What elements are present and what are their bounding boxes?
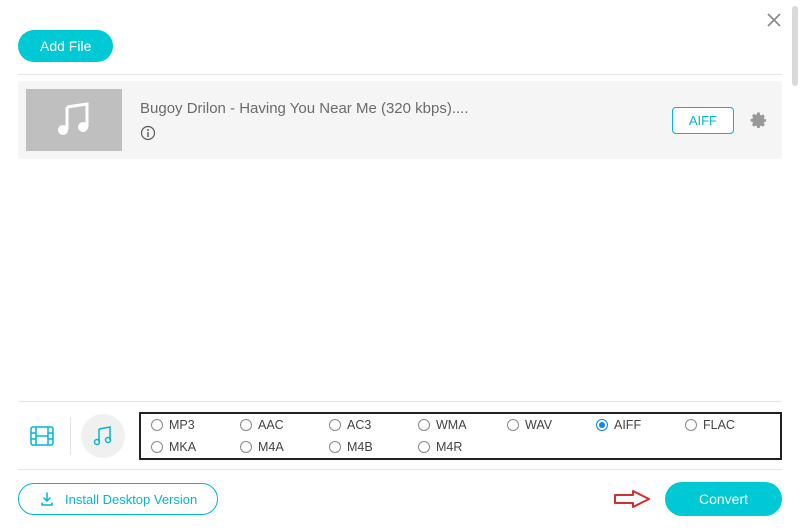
format-option-mp3[interactable]: MP3 [151, 418, 236, 432]
gear-icon [748, 110, 768, 130]
format-option-ac3[interactable]: AC3 [329, 418, 414, 432]
format-label: WMA [436, 418, 467, 432]
divider [70, 417, 71, 455]
format-option-flac[interactable]: FLAC [685, 418, 770, 432]
format-label: WAV [525, 418, 552, 432]
radio-icon [240, 441, 252, 453]
convert-button[interactable]: Convert [665, 482, 782, 516]
download-icon [39, 491, 55, 507]
radio-icon [685, 419, 697, 431]
format-label: AC3 [347, 418, 371, 432]
file-thumbnail [26, 89, 122, 151]
radio-icon [329, 419, 341, 431]
add-file-button[interactable]: Add File [18, 30, 113, 62]
format-option-wav[interactable]: WAV [507, 418, 592, 432]
radio-icon [507, 419, 519, 431]
radio-icon [418, 441, 430, 453]
close-button[interactable] [764, 10, 784, 35]
format-option-m4a[interactable]: M4A [240, 440, 325, 454]
settings-button[interactable] [748, 110, 768, 130]
close-icon [764, 10, 784, 30]
format-label: FLAC [703, 418, 735, 432]
info-button[interactable] [140, 125, 672, 141]
format-label: MP3 [169, 418, 195, 432]
format-options: MP3 AAC AC3 WMA WAV AIFF FLAC MKA M4A M4B M4R [139, 412, 782, 460]
format-option-m4b[interactable]: M4B [329, 440, 414, 454]
radio-icon [151, 419, 163, 431]
format-label: AAC [258, 418, 284, 432]
arrow-annotation [613, 489, 651, 509]
divider [18, 74, 782, 75]
film-icon [28, 422, 56, 450]
format-option-mka[interactable]: MKA [151, 440, 236, 454]
format-option-aac[interactable]: AAC [240, 418, 325, 432]
file-title: Bugoy Drilon - Having You Near Me (320 k… [140, 100, 672, 117]
install-label: Install Desktop Version [65, 492, 197, 507]
format-badge[interactable]: AIFF [672, 107, 734, 134]
radio-icon [240, 419, 252, 431]
video-type-button[interactable] [26, 420, 58, 452]
radio-icon [418, 419, 430, 431]
radio-icon [329, 441, 341, 453]
file-row: Bugoy Drilon - Having You Near Me (320 k… [18, 81, 782, 159]
arrow-right-icon [613, 489, 651, 509]
format-panel: MP3 AAC AC3 WMA WAV AIFF FLAC MKA M4A M4B M4R [18, 401, 782, 460]
format-label: M4B [347, 440, 373, 454]
music-icon [91, 424, 115, 448]
audio-type-button[interactable] [81, 414, 125, 458]
scrollbar[interactable] [792, 6, 798, 86]
format-option-wma[interactable]: WMA [418, 418, 503, 432]
format-option-m4r[interactable]: M4R [418, 440, 503, 454]
format-label: M4R [436, 440, 462, 454]
footer: Install Desktop Version Convert [18, 469, 782, 516]
format-label: AIFF [614, 418, 641, 432]
format-label: MKA [169, 440, 196, 454]
install-desktop-button[interactable]: Install Desktop Version [18, 483, 218, 515]
radio-icon [596, 419, 608, 431]
info-icon [140, 125, 156, 141]
radio-icon [151, 441, 163, 453]
music-note-icon [53, 99, 95, 141]
format-option-aiff[interactable]: AIFF [596, 418, 681, 432]
format-label: M4A [258, 440, 284, 454]
